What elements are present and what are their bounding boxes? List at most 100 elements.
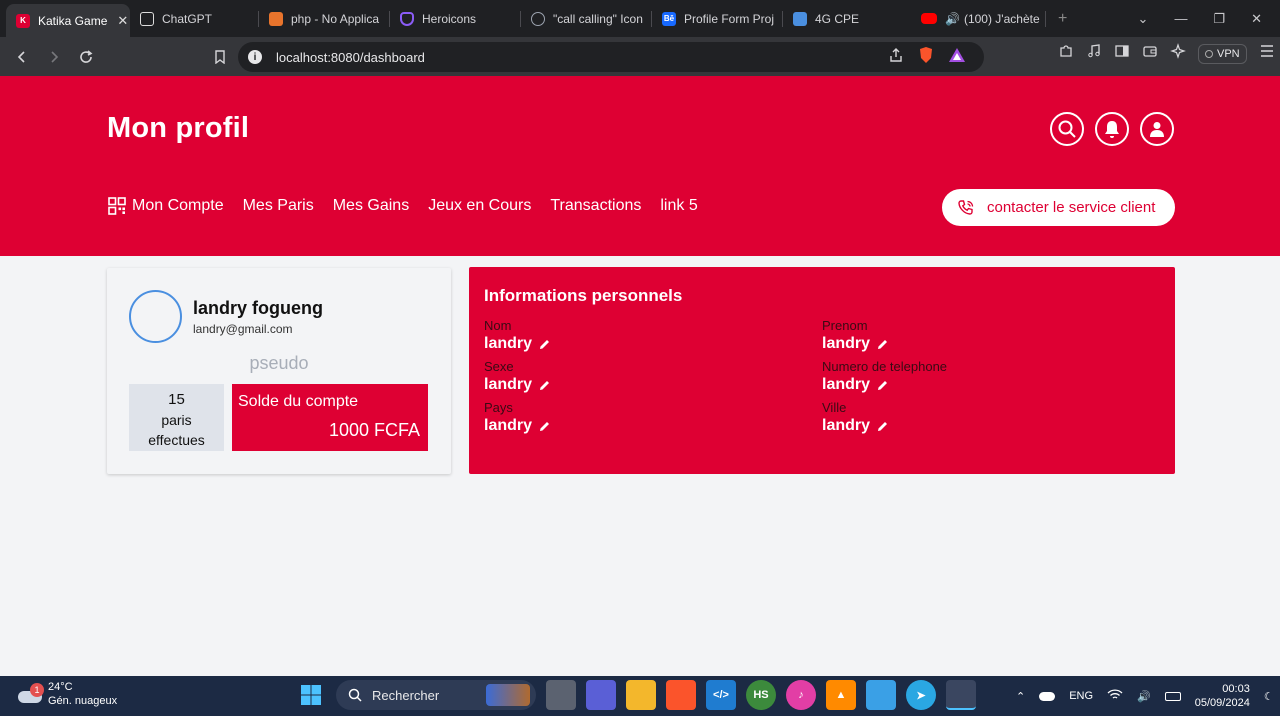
field-sexe: Sexe landry xyxy=(484,359,551,394)
nav-mon-compte[interactable]: Mon Compte xyxy=(108,197,224,215)
info-icon[interactable]: i xyxy=(248,50,262,64)
task-view-icon[interactable] xyxy=(546,680,576,710)
effectues-label: effectues xyxy=(148,432,205,448)
hamburger-menu-icon[interactable] xyxy=(1259,44,1275,63)
nav-link-5[interactable]: link 5 xyxy=(660,197,697,215)
user-account-button[interactable] xyxy=(1140,112,1174,146)
nav-jeux-en-cours[interactable]: Jeux en Cours xyxy=(428,197,531,215)
field-value-row: landry xyxy=(484,376,551,394)
bookmark-icon[interactable] xyxy=(206,43,234,71)
field-value: landry xyxy=(822,417,871,434)
pencil-icon[interactable] xyxy=(538,338,551,351)
nav-mes-paris[interactable]: Mes Paris xyxy=(243,197,314,215)
url-text: localhost:8080/dashboard xyxy=(276,50,425,65)
nav-label: Mon Compte xyxy=(132,197,224,214)
speaker-icon: 🔊 xyxy=(945,11,960,26)
new-tab-plus-icon[interactable]: + xyxy=(1058,10,1067,28)
back-arrow-icon[interactable] xyxy=(8,43,36,71)
tab-php[interactable]: php - No Applica xyxy=(259,0,389,37)
tab-katika-game[interactable]: K Katika Game ✕ xyxy=(6,4,130,37)
vpn-button[interactable]: VPN xyxy=(1198,43,1247,64)
notification-moon-icon[interactable]: ☾ xyxy=(1264,690,1274,703)
nav-transactions[interactable]: Transactions xyxy=(550,197,641,215)
profile-pseudo: pseudo xyxy=(249,353,309,373)
vscode-icon[interactable]: </> xyxy=(706,680,736,710)
pencil-icon[interactable] xyxy=(876,420,889,433)
cloud-sun-icon: 1 xyxy=(16,683,44,705)
field-label: Ville xyxy=(822,400,847,415)
tab-call-calling[interactable]: "call calling" Icon xyxy=(521,0,651,37)
close-icon[interactable]: ✕ xyxy=(117,13,128,29)
brave-browser-icon[interactable] xyxy=(666,680,696,710)
url-path: :8080/dashboard xyxy=(327,49,425,65)
pencil-icon[interactable] xyxy=(538,379,551,392)
page-title: Mon profil xyxy=(107,112,250,144)
contact-support-button[interactable]: contacter le service client xyxy=(942,189,1175,226)
system-tray: ⌃ ENG 🔊 00:03 05/09/2024 ☾ xyxy=(1016,676,1274,716)
language-indicator[interactable]: ENG xyxy=(1069,690,1093,702)
telegram-icon[interactable]: ➤ xyxy=(906,680,936,710)
minimize-icon[interactable]: — xyxy=(1174,11,1187,26)
wallet-icon[interactable] xyxy=(1142,43,1158,64)
profile-email: landry@gmail.com xyxy=(193,322,293,336)
tab-heroicons[interactable]: Heroicons xyxy=(390,0,520,37)
weather-badge: 1 xyxy=(30,683,44,697)
clock[interactable]: 00:03 05/09/2024 xyxy=(1195,682,1250,710)
restore-icon[interactable]: ❐ xyxy=(1213,11,1225,27)
clock-time: 00:03 xyxy=(1222,683,1250,695)
volume-icon[interactable]: 🔊 xyxy=(1137,690,1151,703)
taskbar-search[interactable]: Rechercher xyxy=(336,680,536,710)
vlc-icon[interactable]: ▲ xyxy=(826,680,856,710)
profile-nav: Mon Compte Mes Paris Mes Gains Jeux en C… xyxy=(108,197,717,215)
snipping-tool-icon[interactable] xyxy=(946,680,976,710)
brave-shield-icon[interactable] xyxy=(918,46,934,69)
reload-icon[interactable] xyxy=(72,43,100,71)
photos-icon[interactable] xyxy=(866,680,896,710)
profile-card: landry fogueng landry@gmail.com pseudo 1… xyxy=(107,268,451,474)
tab-chatgpt[interactable]: ChatGPT xyxy=(130,0,258,37)
battery-icon[interactable] xyxy=(1164,691,1181,701)
nav-mes-gains[interactable]: Mes Gains xyxy=(333,197,409,215)
url-bar[interactable]: i localhost:8080/dashboard xyxy=(238,42,984,72)
tab-youtube[interactable]: 🔊 (100) J'achète xyxy=(911,0,1045,37)
pencil-icon[interactable] xyxy=(538,420,551,433)
avatar[interactable] xyxy=(129,290,182,343)
wifi-icon[interactable] xyxy=(1107,688,1123,704)
file-explorer-icon[interactable] xyxy=(626,680,656,710)
itunes-icon[interactable]: ♪ xyxy=(786,680,816,710)
notifications-button[interactable] xyxy=(1095,112,1129,146)
tab-behance[interactable]: Bē Profile Form Proj xyxy=(652,0,782,37)
tab-search-chevron-icon[interactable]: ⌄ xyxy=(1138,11,1149,27)
hs-app-icon[interactable]: HS xyxy=(746,680,776,710)
field-value-row: landry xyxy=(822,417,889,435)
search-button[interactable] xyxy=(1050,112,1084,146)
field-value: landry xyxy=(484,335,533,352)
tab-4g-cpe[interactable]: 4G CPE xyxy=(783,0,911,37)
profile-name: landry fogueng xyxy=(193,298,323,318)
pencil-icon[interactable] xyxy=(876,338,889,351)
leo-ai-icon[interactable] xyxy=(1170,43,1186,64)
chevron-up-icon[interactable]: ⌃ xyxy=(1016,690,1025,703)
balance-label: Solde du compte xyxy=(238,393,359,410)
forward-arrow-icon[interactable] xyxy=(40,43,68,71)
field-telephone: Numero de telephone landry xyxy=(822,359,947,394)
puzzle-extensions-icon[interactable] xyxy=(1058,43,1074,64)
teams-icon[interactable] xyxy=(586,680,616,710)
site-icon xyxy=(531,11,545,26)
window-close-icon[interactable]: ✕ xyxy=(1251,11,1262,27)
field-value-row: landry xyxy=(822,376,947,394)
windows-start-icon[interactable] xyxy=(296,680,326,710)
chatgpt-icon xyxy=(140,11,154,26)
phone-calling-icon xyxy=(958,199,974,215)
share-icon[interactable] xyxy=(888,47,904,68)
omnibox-actions xyxy=(888,46,984,69)
vpn-status-icon xyxy=(1205,49,1213,58)
brave-rewards-icon[interactable] xyxy=(948,47,966,68)
weather-widget[interactable]: 1 24°C Gén. nuageux xyxy=(16,680,117,708)
sidebar-icon[interactable] xyxy=(1114,43,1130,64)
pencil-icon[interactable] xyxy=(876,379,889,392)
field-value-row: landry xyxy=(484,417,551,435)
music-icon[interactable] xyxy=(1086,43,1102,64)
onedrive-cloud-icon[interactable] xyxy=(1039,691,1056,701)
tab-label: Katika Game xyxy=(38,13,108,28)
